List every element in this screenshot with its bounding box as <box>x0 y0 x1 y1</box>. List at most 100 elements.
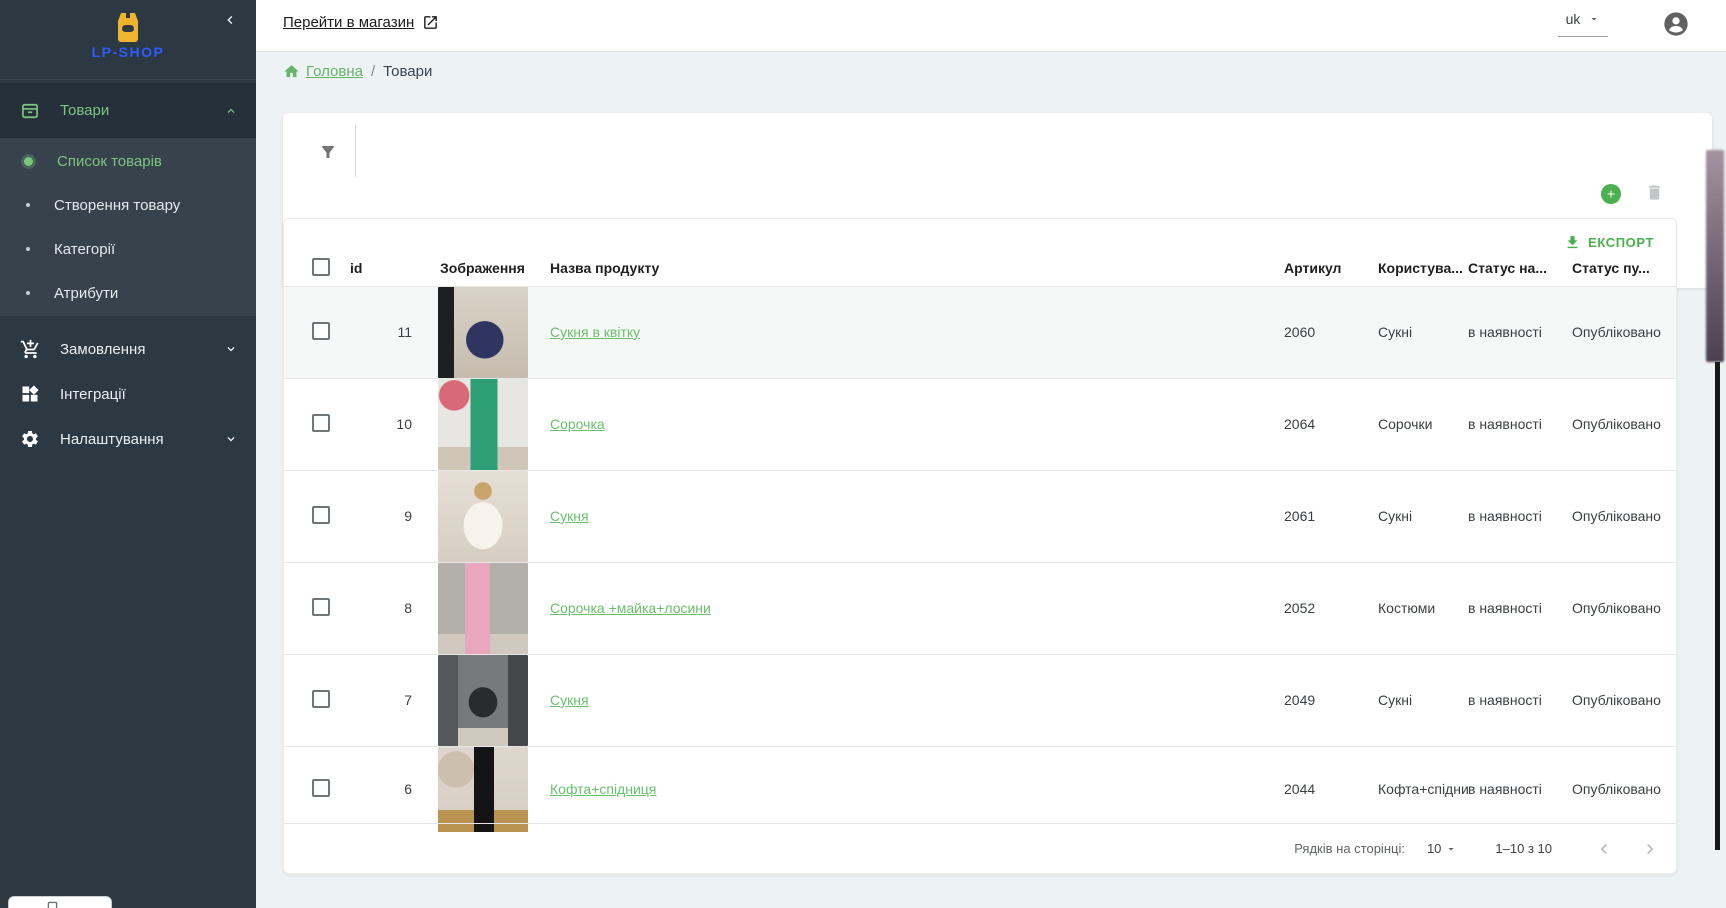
rows-per-page-select[interactable]: 10 <box>1427 841 1457 856</box>
gear-icon <box>20 429 42 449</box>
row-checkbox-cell <box>284 286 350 378</box>
sidebar-item-categories[interactable]: Категорії <box>0 227 256 271</box>
row-image-cell <box>418 654 528 746</box>
column-header-id[interactable]: id <box>350 251 418 286</box>
product-image[interactable] <box>438 471 528 562</box>
column-header-user[interactable]: Користува... <box>1378 251 1468 286</box>
row-checkbox[interactable] <box>312 414 330 432</box>
previous-page-button[interactable] <box>1594 839 1614 859</box>
products-table-card: ЕКСПОРТ id Зображення Назва продукту Арт… <box>283 218 1677 874</box>
row-image-cell <box>418 470 528 562</box>
product-name-link[interactable]: Сорочка +майка+лосини <box>550 600 711 616</box>
widgets-icon <box>20 384 42 404</box>
row-checkbox-cell <box>284 654 350 746</box>
sidebar-item-label: Налаштування <box>60 431 164 448</box>
submenu-item-label: Список товарів <box>57 153 162 170</box>
next-page-button[interactable] <box>1640 839 1660 859</box>
column-header-image: Зображення <box>418 251 528 286</box>
table-row: 10Сорочка2064Сорочкив наявностіОпубліков… <box>284 378 1676 470</box>
product-name-link[interactable]: Кофта+спідниця <box>550 781 656 797</box>
row-checkbox[interactable] <box>312 779 330 797</box>
export-button[interactable]: ЕКСПОРТ <box>1564 234 1654 251</box>
row-category: Кофта+спідниц <box>1378 746 1468 832</box>
dot-icon <box>26 247 30 251</box>
dot-icon <box>26 203 30 207</box>
column-header-name[interactable]: Назва продукту <box>528 251 1284 286</box>
product-image[interactable] <box>438 379 528 470</box>
sidebar-item-attributes[interactable]: Атрибути <box>0 271 256 315</box>
row-stock-status: в наявності <box>1468 378 1572 470</box>
divider <box>355 125 356 177</box>
row-name-cell: Сукня в квітку <box>528 286 1284 378</box>
breadcrumb-home-link[interactable]: Головна <box>283 63 363 80</box>
product-name-link[interactable]: Сукня в квітку <box>550 324 640 340</box>
app-title: LP-SHOP <box>0 44 256 60</box>
product-name-link[interactable]: Сукня <box>550 692 589 708</box>
breadcrumb-separator: / <box>371 63 375 80</box>
row-publish-status: Опубліковано <box>1572 654 1676 746</box>
filter-icon[interactable] <box>313 137 343 167</box>
cart-plus-icon <box>20 339 42 360</box>
breadcrumb-home-label: Головна <box>306 63 363 80</box>
sidebar-collapse-icon[interactable] <box>222 10 238 30</box>
sidebar-item-create-product[interactable]: Створення товару <box>0 183 256 227</box>
table-row: 11Сукня в квітку2060Сукнів наявностіОпуб… <box>284 286 1676 378</box>
column-header-publish[interactable]: Статус пу... <box>1572 251 1676 286</box>
product-image[interactable] <box>438 287 528 378</box>
delete-selected-button[interactable] <box>1645 183 1664 202</box>
sidebar-item-settings[interactable]: Налаштування <box>0 416 256 462</box>
product-name-link[interactable]: Сукня <box>550 508 589 524</box>
product-image[interactable] <box>438 563 528 654</box>
row-checkbox[interactable] <box>312 598 330 616</box>
row-checkbox-cell <box>284 470 350 562</box>
row-id: 9 <box>350 470 418 562</box>
language-select[interactable]: uk <box>1558 11 1608 37</box>
row-sku: 2052 <box>1284 562 1378 654</box>
sidebar-item-integrations[interactable]: Інтеграції <box>0 371 256 417</box>
row-stock-status: в наявності <box>1468 654 1572 746</box>
row-checkbox[interactable] <box>312 690 330 708</box>
home-icon <box>283 63 300 80</box>
product-name-link[interactable]: Сорочка <box>550 416 605 432</box>
table-row: 6Кофта+спідниця2044Кофта+спідницв наявно… <box>284 746 1676 832</box>
download-icon <box>1564 234 1581 251</box>
sidebar-item-label: Інтеграції <box>60 386 126 403</box>
row-checkbox[interactable] <box>312 322 330 340</box>
chevron-down-icon <box>224 432 238 446</box>
go-to-store-link[interactable]: Перейти в магазин <box>283 14 439 31</box>
sidebar-item-product-list[interactable]: Список товарів <box>0 139 256 183</box>
row-name-cell: Сорочка +майка+лосини <box>528 562 1284 654</box>
sidebar-item-products[interactable]: Товари <box>0 83 256 138</box>
add-product-button[interactable] <box>1601 184 1621 204</box>
submenu-item-label: Створення товару <box>54 197 180 214</box>
column-header-sku[interactable]: Артикул <box>1284 251 1378 286</box>
column-header-stock[interactable]: Статус на... <box>1468 251 1572 286</box>
sidebar-item-label: Товари <box>60 102 109 119</box>
row-sku: 2061 <box>1284 470 1378 562</box>
row-id: 8 <box>350 562 418 654</box>
row-sku: 2044 <box>1284 746 1378 832</box>
row-id: 10 <box>350 378 418 470</box>
sidebar-item-orders[interactable]: Замовлення <box>0 326 256 372</box>
select-all-checkbox[interactable] <box>312 258 330 276</box>
bottom-left-popup[interactable] <box>8 896 112 908</box>
product-image[interactable] <box>438 747 528 832</box>
row-checkbox[interactable] <box>312 506 330 524</box>
chevron-down-icon <box>224 342 238 356</box>
row-name-cell: Сорочка <box>528 378 1284 470</box>
chevron-up-icon <box>224 104 238 118</box>
avatar[interactable] <box>1662 10 1690 38</box>
rows-per-page-label: Рядків на сторінці: <box>1294 841 1405 856</box>
row-stock-status: в наявності <box>1468 470 1572 562</box>
rows-per-page-value: 10 <box>1427 841 1441 856</box>
edge-image-sliver <box>1706 150 1724 362</box>
row-id: 7 <box>350 654 418 746</box>
product-image[interactable] <box>438 655 528 746</box>
row-checkbox-cell <box>284 562 350 654</box>
row-id: 6 <box>350 746 418 832</box>
row-sku: 2049 <box>1284 654 1378 746</box>
caret-down-icon <box>1588 13 1600 25</box>
row-image-cell <box>418 378 528 470</box>
pagination-range: 1–10 з 10 <box>1495 841 1552 856</box>
table-row: 7Сукня2049Сукнів наявностіОпубліковано <box>284 654 1676 746</box>
